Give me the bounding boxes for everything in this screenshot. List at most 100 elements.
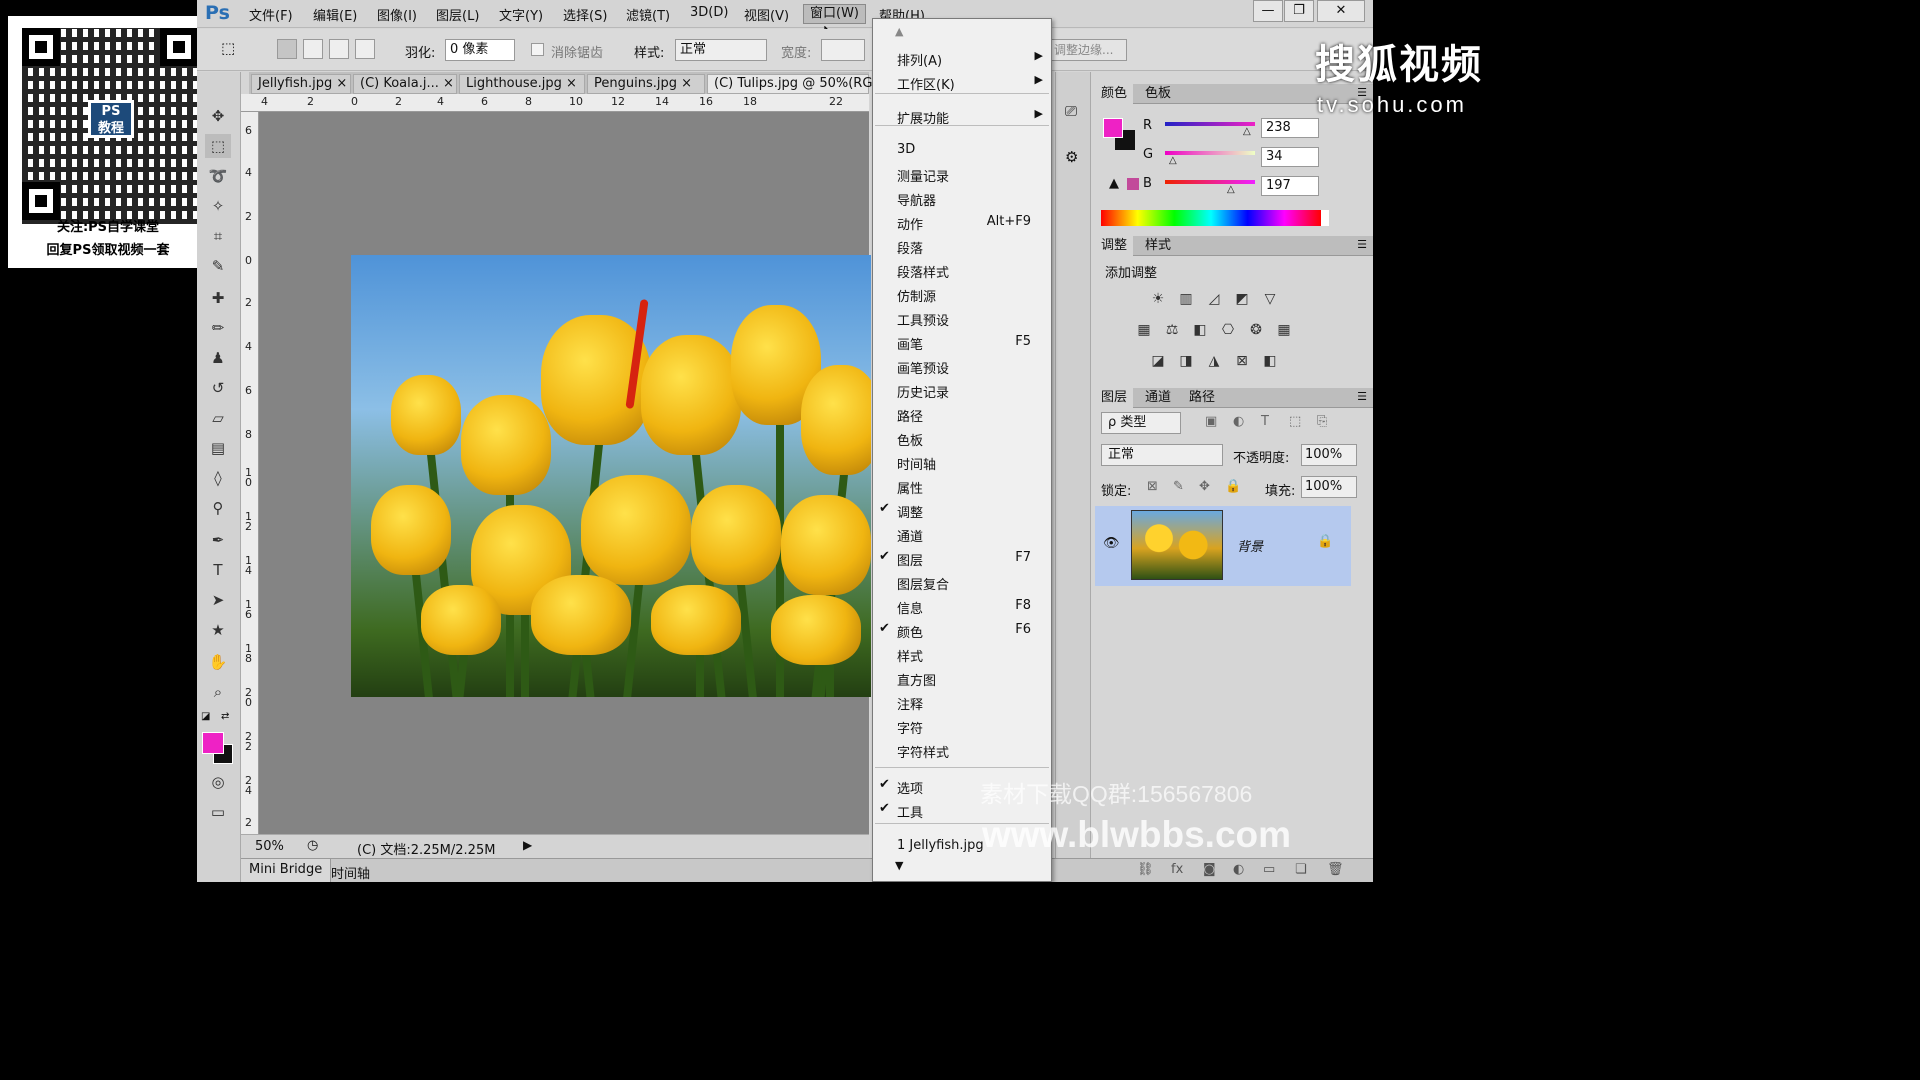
gamut-swatch[interactable] bbox=[1127, 178, 1139, 190]
scroll-up-icon[interactable]: ▲ bbox=[895, 25, 903, 38]
tab-channels[interactable]: 通道 bbox=[1139, 388, 1177, 408]
blur-tool-icon[interactable]: ◊ bbox=[205, 466, 231, 490]
dodge-tool-icon[interactable]: ⚲ bbox=[205, 496, 231, 520]
filter-shape-icon[interactable]: ⬚ bbox=[1289, 414, 1301, 429]
curves-icon[interactable]: ◿ bbox=[1205, 291, 1223, 307]
filter-type-icon[interactable]: T bbox=[1261, 414, 1269, 429]
layer-name[interactable]: 背景 bbox=[1237, 536, 1263, 555]
filter-adjust-icon[interactable]: ◐ bbox=[1233, 414, 1244, 429]
hue-saturation-icon[interactable]: ▦ bbox=[1135, 322, 1153, 338]
g-slider-thumb[interactable]: △ bbox=[1169, 155, 1177, 166]
b-value[interactable]: 197 bbox=[1261, 176, 1319, 196]
lock-pixels-icon[interactable]: ✎ bbox=[1173, 479, 1184, 494]
move-tool-icon[interactable]: ✥ bbox=[205, 104, 231, 128]
window-menu-item[interactable]: 信息 F8 bbox=[873, 595, 1051, 617]
b-slider[interactable] bbox=[1165, 180, 1255, 184]
window-menu-item[interactable]: 字符样式 bbox=[873, 739, 1051, 761]
pen-tool-icon[interactable]: ✒ bbox=[205, 528, 231, 552]
window-menu-item[interactable]: 注释 bbox=[873, 691, 1051, 713]
gradient-tool-icon[interactable]: ▤ bbox=[205, 436, 231, 460]
hand-tool-icon[interactable]: ✋ bbox=[205, 650, 231, 674]
photo-filter-icon[interactable]: ⎔ bbox=[1219, 322, 1237, 338]
swap-colors-icon[interactable]: ⇄ bbox=[221, 711, 229, 722]
screen-mode-icon[interactable]: ▭ bbox=[205, 800, 231, 824]
tab-lighthouse[interactable]: Lighthouse.jpg × bbox=[459, 74, 585, 94]
window-menu-item[interactable]: ✔ 调整 bbox=[873, 499, 1051, 521]
fill-input[interactable]: 100% bbox=[1301, 476, 1357, 498]
menu-file[interactable]: 文件(F) bbox=[249, 5, 293, 24]
window-menu-item[interactable]: 路径 bbox=[873, 403, 1051, 425]
eraser-tool-icon[interactable]: ▱ bbox=[205, 406, 231, 430]
window-menu-item[interactable]: 画笔预设 bbox=[873, 355, 1051, 377]
tab-koala[interactable]: (C) Koala.j... × bbox=[353, 74, 457, 94]
eyedropper-icon[interactable]: ✎ bbox=[205, 254, 231, 278]
lock-position-icon[interactable]: ✥ bbox=[1199, 479, 1210, 494]
healing-brush-icon[interactable]: ✚ bbox=[205, 286, 231, 310]
lasso-tool-icon[interactable]: ➰ bbox=[205, 164, 231, 188]
window-menu-item[interactable]: 通道 bbox=[873, 523, 1051, 545]
exposure-icon[interactable]: ◩ bbox=[1233, 291, 1251, 307]
eye-icon[interactable]: 👁 bbox=[1103, 536, 1120, 551]
window-menu-item[interactable]: 3D bbox=[873, 139, 1051, 161]
r-slider-thumb[interactable]: △ bbox=[1243, 126, 1251, 137]
close-button[interactable]: ✕ bbox=[1317, 0, 1365, 22]
selective-color-icon[interactable]: ⊠ bbox=[1233, 353, 1251, 369]
window-menu-item[interactable]: 仿制源 bbox=[873, 283, 1051, 305]
trash-icon[interactable]: 🗑 bbox=[1327, 862, 1344, 877]
adjustment-layer-icon[interactable]: ◐ bbox=[1233, 862, 1244, 877]
group-icon[interactable]: ▭ bbox=[1263, 862, 1275, 877]
tab-swatches[interactable]: 色板 bbox=[1139, 84, 1177, 104]
panel-menu-icon[interactable]: ☰ bbox=[1357, 390, 1367, 403]
panel-menu-icon[interactable]: ☰ bbox=[1357, 238, 1367, 251]
zoom-tool-icon[interactable]: ⌕ bbox=[205, 680, 231, 704]
menu-select[interactable]: 选择(S) bbox=[563, 5, 607, 24]
menu-image[interactable]: 图像(I) bbox=[377, 5, 417, 24]
menu-layer[interactable]: 图层(L) bbox=[436, 5, 479, 24]
foreground-color-swatch[interactable] bbox=[202, 732, 224, 754]
r-value[interactable]: 238 bbox=[1261, 118, 1319, 138]
g-slider[interactable] bbox=[1165, 151, 1255, 155]
magic-wand-icon[interactable]: ✧ bbox=[205, 194, 231, 218]
gradient-map-icon[interactable]: ◧ bbox=[1261, 353, 1279, 369]
close-icon[interactable]: × bbox=[681, 76, 692, 91]
menu-edit[interactable]: 编辑(E) bbox=[313, 5, 357, 24]
link-layers-icon[interactable]: ⛓ bbox=[1137, 862, 1154, 877]
antialias-checkbox[interactable] bbox=[531, 43, 544, 56]
tab-jellyfish[interactable]: Jellyfish.jpg × bbox=[251, 74, 351, 94]
levels-icon[interactable]: ▥ bbox=[1177, 291, 1195, 307]
menu-3d[interactable]: 3D(D) bbox=[690, 5, 728, 20]
close-icon[interactable]: × bbox=[443, 76, 454, 91]
status-icon[interactable]: ◷ bbox=[307, 838, 318, 853]
color-balance-icon[interactable]: ⚖ bbox=[1163, 322, 1181, 338]
window-menu-item[interactable]: 工作区(K) ▶ bbox=[873, 71, 1051, 93]
lock-all-icon[interactable]: 🔒 bbox=[1225, 479, 1241, 494]
invert-icon[interactable]: ◪ bbox=[1149, 353, 1167, 369]
window-menu-item[interactable]: 字符 bbox=[873, 715, 1051, 737]
window-menu-item[interactable]: 段落 bbox=[873, 235, 1051, 257]
menu-view[interactable]: 视图(V) bbox=[744, 5, 789, 24]
type-tool-icon[interactable]: T bbox=[205, 558, 231, 582]
history-brush-icon[interactable]: ↺ bbox=[205, 376, 231, 400]
refine-edge-button[interactable]: 调整边缘... bbox=[1049, 39, 1127, 61]
feather-input[interactable]: 0 像素 bbox=[445, 39, 515, 61]
scroll-down-icon[interactable]: ▼ bbox=[895, 859, 903, 872]
window-menu-item[interactable]: 扩展功能 ▶ bbox=[873, 105, 1051, 127]
style-select[interactable]: 正常 bbox=[675, 39, 767, 61]
tab-paths[interactable]: 路径 bbox=[1183, 388, 1221, 408]
g-value[interactable]: 34 bbox=[1261, 147, 1319, 167]
history-panel-icon[interactable]: ⎚ bbox=[1065, 102, 1077, 120]
marquee-preset-icon[interactable]: ⬚ bbox=[221, 39, 241, 59]
minimize-button[interactable]: — bbox=[1253, 0, 1283, 22]
brightness-icon[interactable]: ☀ bbox=[1149, 291, 1167, 307]
menu-filter[interactable]: 滤镜(T) bbox=[626, 5, 670, 24]
window-menu-item[interactable]: 属性 bbox=[873, 475, 1051, 497]
stamp-tool-icon[interactable]: ♟ bbox=[205, 346, 231, 370]
window-menu-item[interactable]: 动作 Alt+F9 bbox=[873, 211, 1051, 233]
shape-tool-icon[interactable]: ★ bbox=[205, 618, 231, 642]
default-colors-icon[interactable]: ◪ bbox=[201, 711, 210, 722]
quick-mask-icon[interactable]: ◎ bbox=[205, 770, 231, 794]
window-menu-item[interactable]: 图层复合 bbox=[873, 571, 1051, 593]
color-lookup-icon[interactable]: ▦ bbox=[1275, 322, 1293, 338]
window-menu-item[interactable]: 时间轴 bbox=[873, 451, 1051, 473]
path-select-icon[interactable]: ➤ bbox=[205, 588, 231, 612]
